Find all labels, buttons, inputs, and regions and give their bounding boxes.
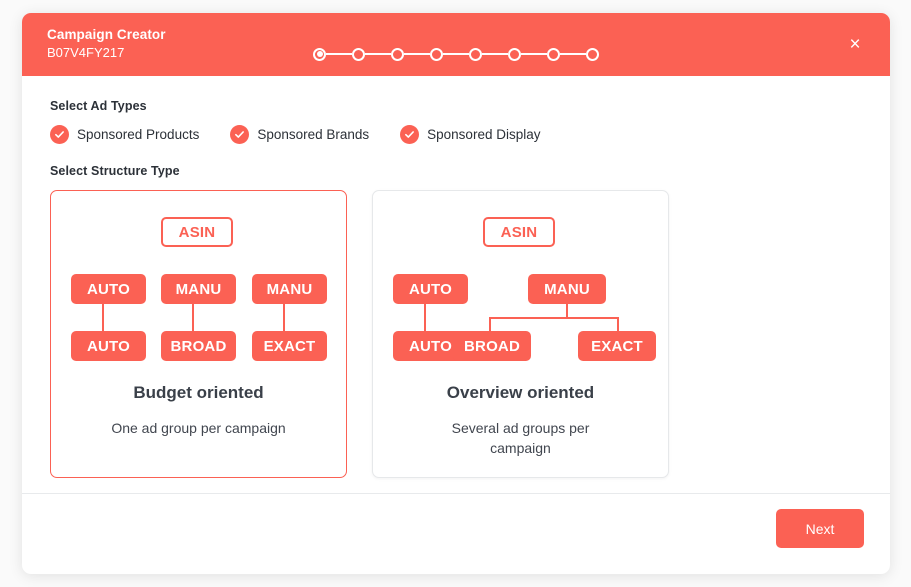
check-circle-icon (400, 125, 420, 144)
stepper-line-2 (365, 53, 391, 55)
dialog-body: Select Ad Types Sponsored Products Spons… (22, 76, 890, 493)
tree-connector-manu-stem (566, 304, 568, 318)
stepper-dot-8[interactable] (586, 47, 599, 61)
stepper-line-4 (443, 53, 469, 55)
tree-connector-auto (424, 304, 426, 331)
structure-tree-overview: ASIN AUTO MANU AUTO BROAD EXACT (373, 191, 668, 369)
tree-node-exact: EXACT (252, 331, 327, 361)
check-circle-icon (50, 125, 69, 144)
stepper-line-3 (404, 53, 430, 55)
tree-node-manu-1: MANU (161, 274, 236, 304)
tree-node-auto-1: AUTO (71, 274, 146, 304)
tree-node-broad: BROAD (161, 331, 236, 361)
stepper-dot-4[interactable] (430, 47, 443, 61)
stepper-dot-1[interactable] (313, 47, 326, 61)
stepper-line-5 (482, 53, 508, 55)
structure-type-cards: ASIN AUTO MANU MANU AUTO BROAD EXACT Bud… (50, 190, 862, 478)
stepper-line-7 (560, 53, 586, 55)
dialog-header: Campaign Creator B07V4FY217 × (22, 13, 890, 76)
structure-card-overview-oriented[interactable]: ASIN AUTO MANU AUTO BROAD EXACT Overview… (372, 190, 669, 478)
tree-node-exact: EXACT (578, 331, 656, 361)
ad-type-label: Sponsored Display (427, 127, 541, 142)
stepper-line-1 (326, 53, 352, 55)
tree-connector-exact (617, 317, 619, 331)
progress-stepper (22, 44, 890, 64)
stepper-line-6 (521, 53, 547, 55)
structure-tree-budget: ASIN AUTO MANU MANU AUTO BROAD EXACT (51, 191, 346, 369)
ad-types-group: Sponsored Products Sponsored Brands Spon… (50, 125, 862, 144)
structure-card-description: Several ad groups per campaign (451, 420, 590, 457)
next-button[interactable]: Next (776, 509, 864, 548)
stepper-dot-2[interactable] (352, 47, 365, 61)
stepper-dot-5[interactable] (469, 47, 482, 61)
tree-connector-manu-2 (283, 304, 285, 331)
close-icon[interactable]: × (842, 32, 868, 58)
structure-card-title: Budget oriented (133, 383, 264, 402)
tree-connector-manu-1 (192, 304, 194, 331)
stepper-dot-6[interactable] (508, 47, 521, 61)
tree-node-auto-2: AUTO (71, 331, 146, 361)
tree-node-auto-1: AUTO (393, 274, 468, 304)
tree-node-broad: BROAD (453, 331, 531, 361)
dialog-title: Campaign Creator (47, 27, 166, 42)
stepper-dot-7[interactable] (547, 47, 560, 61)
tree-connector-auto (102, 304, 104, 331)
select-structure-type-label: Select Structure Type (50, 164, 180, 178)
select-ad-types-label: Select Ad Types (50, 99, 147, 113)
structure-card-description: One ad group per campaign (111, 420, 286, 436)
stepper-dot-3[interactable] (391, 47, 404, 61)
ad-type-label: Sponsored Brands (257, 127, 370, 142)
ad-type-sponsored-brands[interactable]: Sponsored Brands (230, 125, 369, 144)
ad-type-label: Sponsored Products (77, 127, 200, 142)
tree-connector-manu-bar (489, 317, 619, 319)
tree-node-manu: MANU (528, 274, 606, 304)
campaign-creator-dialog: Campaign Creator B07V4FY217 × Select Ad … (22, 13, 890, 574)
dialog-footer: Next (22, 493, 890, 574)
tree-node-asin: ASIN (483, 217, 555, 247)
ad-type-sponsored-products[interactable]: Sponsored Products (50, 125, 199, 144)
tree-node-manu-2: MANU (252, 274, 327, 304)
structure-card-budget-oriented[interactable]: ASIN AUTO MANU MANU AUTO BROAD EXACT Bud… (50, 190, 347, 478)
ad-type-sponsored-display[interactable]: Sponsored Display (400, 125, 540, 144)
structure-card-title: Overview oriented (446, 383, 595, 402)
check-circle-icon (230, 125, 250, 144)
tree-connector-broad (489, 317, 491, 331)
tree-node-asin: ASIN (161, 217, 233, 247)
